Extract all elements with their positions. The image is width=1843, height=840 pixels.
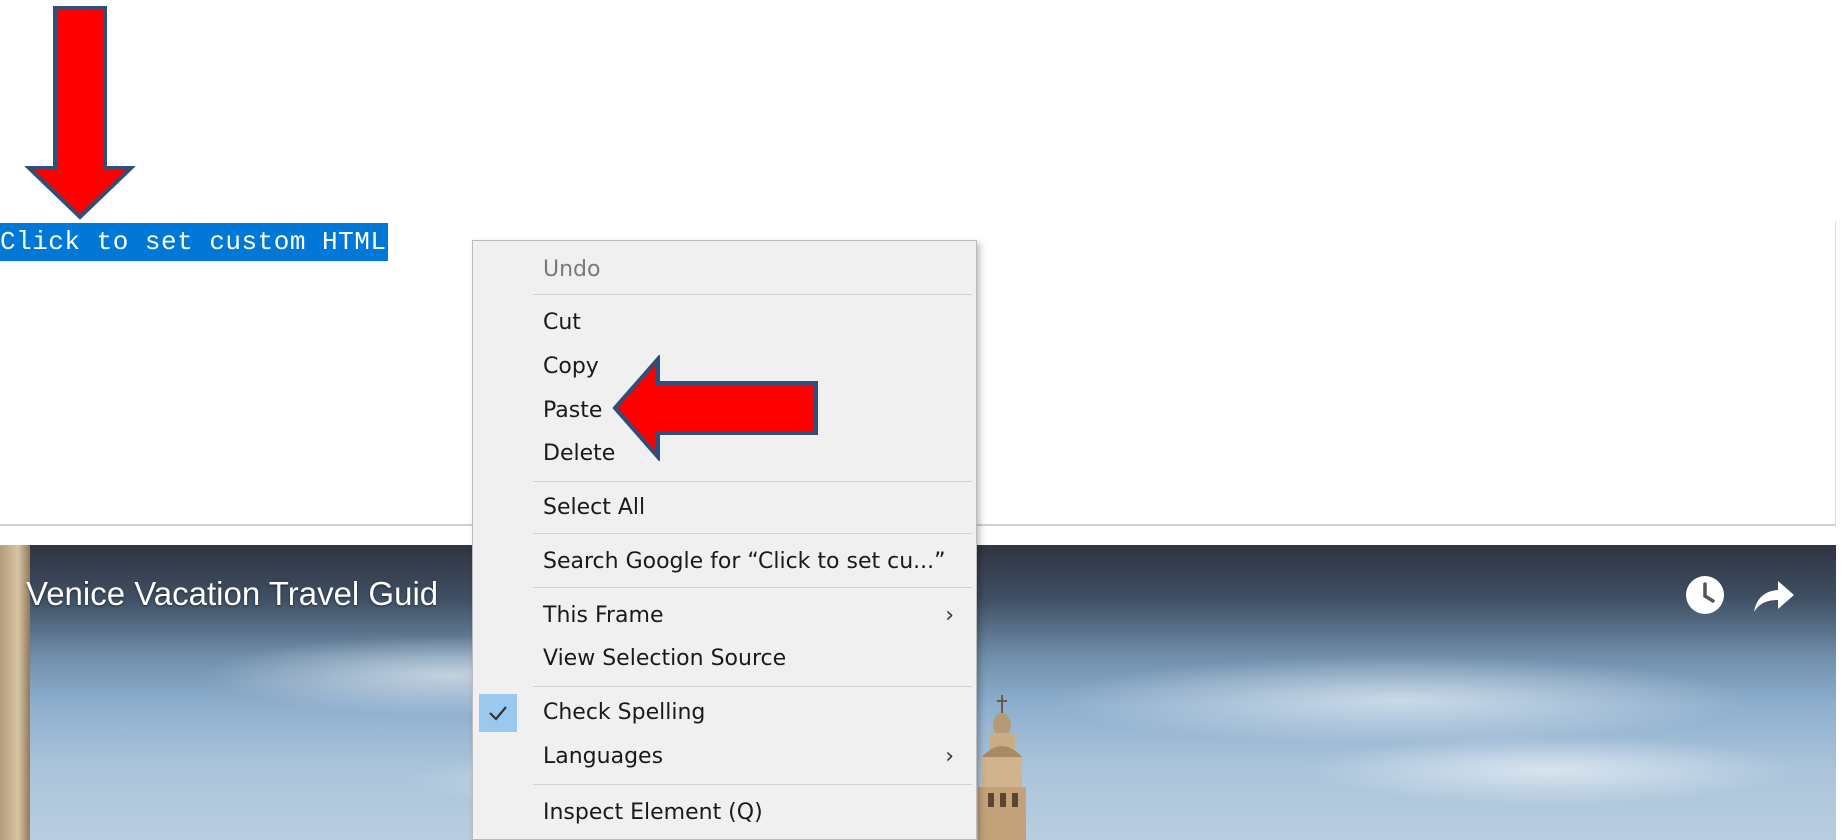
context-menu: Undo Cut Copy Paste Delete Select All Se… [472, 240, 977, 840]
submenu-arrow-icon: › [945, 603, 954, 628]
checkmark-icon [479, 694, 517, 732]
menu-item-label: Search Google for “Click to set cu...” [543, 549, 946, 574]
menu-item-label: Copy [543, 354, 599, 379]
menu-item-label: View Selection Source [543, 646, 787, 671]
video-title[interactable]: Venice Vacation Travel Guid [26, 575, 438, 613]
menu-separator [533, 686, 972, 687]
menu-item-label: Undo [543, 257, 601, 282]
share-icon[interactable] [1752, 577, 1796, 615]
menu-item-this-frame[interactable]: This Frame › [473, 595, 976, 637]
menu-item-languages[interactable]: Languages › [473, 736, 976, 778]
menu-separator [533, 294, 972, 295]
menu-item-inspect-element[interactable]: Inspect Element (Q) [473, 792, 976, 834]
menu-item-check-spelling[interactable]: Check Spelling [473, 692, 976, 734]
menu-separator [533, 784, 972, 785]
menu-item-label: Inspect Element (Q) [543, 800, 763, 825]
menu-item-label: Cut [543, 310, 581, 335]
menu-item-label: Select All [543, 495, 646, 520]
menu-separator [533, 533, 972, 534]
menu-item-label: Paste [543, 398, 603, 423]
down-arrow-annotation-icon [25, 6, 135, 220]
menu-item-label: This Frame [543, 603, 664, 628]
bell-tower-image [978, 695, 1026, 840]
menu-item-label: Languages [543, 744, 664, 769]
watch-later-icon[interactable] [1685, 575, 1725, 615]
menu-item-label: Check Spelling [543, 700, 706, 725]
menu-separator [533, 587, 972, 588]
menu-item-cut[interactable]: Cut [473, 302, 976, 344]
menu-item-label: Delete [543, 441, 616, 466]
menu-item-undo[interactable]: Undo [473, 249, 976, 291]
left-arrow-annotation-icon [612, 355, 818, 461]
selected-editor-text[interactable]: Click to set custom HTML [0, 223, 389, 261]
menu-item-search-google[interactable]: Search Google for “Click to set cu...” [473, 541, 976, 583]
menu-separator [533, 481, 972, 482]
menu-item-view-selection-source[interactable]: View Selection Source [473, 638, 976, 680]
menu-item-select-all[interactable]: Select All [473, 487, 976, 529]
submenu-arrow-icon: › [945, 744, 954, 769]
